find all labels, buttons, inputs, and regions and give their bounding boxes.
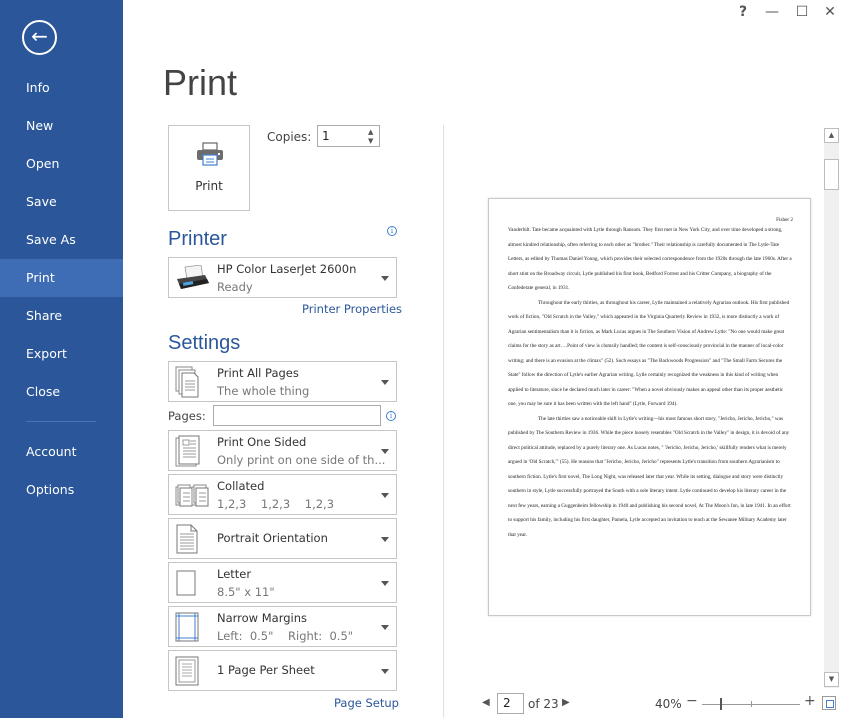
page-title: Print: [163, 62, 238, 103]
printer-info-icon[interactable]: i: [387, 226, 397, 236]
copies-increment-icon[interactable]: ▲: [368, 128, 376, 136]
margins-icon: [175, 612, 199, 641]
zoom-percent[interactable]: 40%: [655, 697, 682, 711]
nav-export[interactable]: Export: [0, 335, 123, 373]
nav-divider: [26, 421, 96, 422]
pages-input[interactable]: [213, 405, 381, 426]
page-body: Vanderbilt. Tate became acquainted with …: [508, 223, 793, 542]
chevron-down-icon: [381, 580, 389, 586]
pages-per-sheet-icon: [175, 656, 199, 685]
preview-paragraph: Vanderbilt. Tate became acquainted with …: [508, 227, 792, 291]
help-button[interactable]: ?: [733, 4, 753, 20]
page-setup-link[interactable]: Page Setup: [334, 696, 399, 710]
one-sided-icon: [175, 435, 200, 466]
collation-dropdown[interactable]: Collated 1,2,3 1,2,3 1,2,3: [168, 474, 397, 515]
copies-decrement-icon[interactable]: ▼: [368, 137, 376, 145]
orientation-label: Portrait Orientation: [217, 531, 328, 545]
preview-scrollbar[interactable]: ▲ ▼: [824, 128, 839, 688]
nav-close[interactable]: Close: [0, 373, 123, 411]
nav-info[interactable]: Info: [0, 69, 123, 107]
printer-heading: Printer: [168, 228, 227, 250]
collated-icon: [175, 484, 209, 506]
paper-size-label: Letter: [217, 567, 252, 581]
preview-paragraph: The late thirties saw a noticeable shift…: [508, 415, 791, 538]
zoom-in-button[interactable]: +: [804, 693, 816, 709]
current-page-input[interactable]: 2: [497, 693, 524, 714]
copies-input[interactable]: 1 ▲ ▼: [317, 125, 380, 147]
nav-new[interactable]: New: [0, 107, 123, 145]
back-button[interactable]: ←: [22, 20, 57, 55]
nav-save-as[interactable]: Save As: [0, 221, 123, 259]
preview-paragraph: Throughout the early thirties, as throug…: [508, 299, 790, 408]
settings-heading: Settings: [168, 332, 241, 354]
pages-per-sheet-dropdown[interactable]: 1 Page Per Sheet: [168, 650, 397, 691]
margins-description: Left: 0.5" Right: 0.5": [217, 629, 354, 643]
previous-page-icon[interactable]: ◀: [482, 697, 490, 708]
printer-status: Ready: [217, 280, 253, 294]
nav-account[interactable]: Account: [0, 433, 123, 471]
chevron-down-icon: [381, 275, 389, 281]
chevron-down-icon: [381, 379, 389, 385]
next-page-icon[interactable]: ▶: [562, 697, 570, 708]
minimize-button[interactable]: —: [762, 4, 782, 20]
pages-label: Pages:: [168, 409, 206, 423]
close-window-button[interactable]: ✕: [820, 4, 840, 20]
nav-open[interactable]: Open: [0, 145, 123, 183]
printer-icon: [197, 142, 223, 166]
zoom-slider-thumb[interactable]: [720, 698, 722, 710]
print-range-description: The whole thing: [217, 384, 310, 398]
backstage-sidebar: ← Info New Open Save Save As Print Share…: [0, 0, 123, 718]
print-button[interactable]: Print: [168, 125, 250, 211]
printer-dropdown[interactable]: HP Color LaserJet 2600n Ready: [168, 257, 397, 298]
pages-stack-icon: [175, 366, 199, 397]
margins-dropdown[interactable]: Narrow Margins Left: 0.5" Right: 0.5": [168, 606, 397, 647]
panel-divider: [443, 125, 444, 718]
print-range-label: Print All Pages: [217, 366, 299, 380]
chevron-down-icon: [381, 536, 389, 542]
scroll-up-icon[interactable]: ▲: [824, 128, 839, 143]
scroll-down-icon[interactable]: ▼: [824, 672, 839, 687]
zoom-out-button[interactable]: −: [686, 693, 698, 709]
paper-size-icon: [176, 570, 196, 595]
printer-name: HP Color LaserJet 2600n: [217, 262, 357, 276]
portrait-page-icon: [176, 524, 198, 553]
margins-label: Narrow Margins: [217, 611, 308, 625]
pages-info-icon[interactable]: i: [386, 411, 396, 421]
sides-dropdown[interactable]: Print One Sided Only print on one side o…: [168, 430, 397, 471]
printer-device-icon: [177, 264, 209, 289]
print-button-label: Print: [195, 179, 223, 193]
copies-value: 1: [322, 129, 330, 143]
print-range-dropdown[interactable]: Print All Pages The whole thing: [168, 361, 397, 402]
nav-print[interactable]: Print: [0, 259, 123, 297]
chevron-down-icon: [381, 624, 389, 630]
maximize-button[interactable]: ☐: [792, 4, 812, 20]
back-arrow-icon: ←: [31, 24, 48, 48]
print-preview-page: Fisher 2 Vanderbilt. Tate became acquain…: [488, 198, 811, 616]
copies-label: Copies:: [267, 130, 312, 144]
nav-save[interactable]: Save: [0, 183, 123, 221]
paper-size-description: 8.5" x 11": [217, 585, 275, 599]
nav-options[interactable]: Options: [0, 471, 123, 509]
nav-share[interactable]: Share: [0, 297, 123, 335]
orientation-dropdown[interactable]: Portrait Orientation: [168, 518, 397, 559]
collation-label: Collated: [217, 479, 265, 493]
zoom-to-page-icon[interactable]: [822, 696, 836, 710]
sides-label: Print One Sided: [217, 435, 307, 449]
chevron-down-icon: [381, 492, 389, 498]
collation-description: 1,2,3 1,2,3 1,2,3: [217, 497, 335, 511]
chevron-down-icon: [381, 448, 389, 454]
paper-size-dropdown[interactable]: Letter 8.5" x 11": [168, 562, 397, 603]
sides-description: Only print on one side of th...: [217, 453, 386, 467]
chevron-down-icon: [381, 668, 389, 674]
printer-properties-link[interactable]: Printer Properties: [302, 302, 402, 316]
pages-per-sheet-label: 1 Page Per Sheet: [217, 663, 315, 677]
scroll-thumb[interactable]: [824, 159, 839, 190]
zoom-slider-midpoint: [751, 701, 752, 707]
page-count: of 23: [528, 697, 559, 711]
